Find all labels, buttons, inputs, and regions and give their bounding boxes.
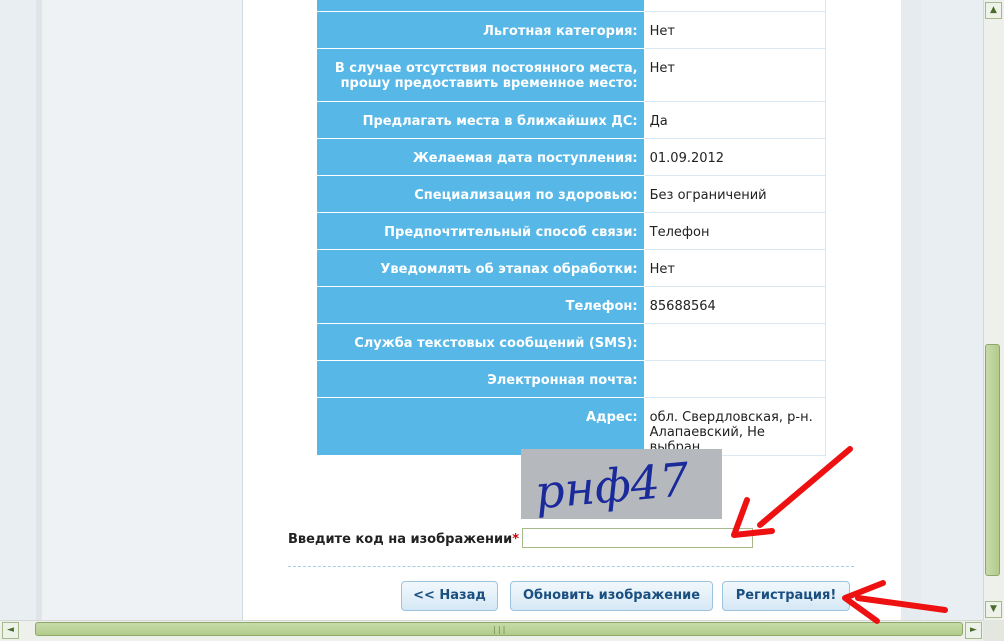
row-label: Адрес: [316,397,645,456]
row-value: обл. Свердловская, р-н. Алапаевский, Не … [643,397,827,456]
row-value [643,360,827,398]
dashed-divider [288,566,854,567]
row-label: Предпочтительный способ связи: [316,212,645,250]
captcha-image: рнф47 [521,449,722,519]
row-label: Электронная почта: [316,360,645,398]
register-button[interactable]: Регистрация! [722,581,850,611]
right-margin [901,0,921,620]
table-row: Желаемая дата поступления: 01.09.2012 [316,138,827,176]
row-value: Да [643,101,827,139]
table-row: В случае отсутствия постоянного места, п… [316,48,827,102]
table-row: Служба текстовых сообщений (SMS): [316,323,827,361]
captcha-text: рнф47 [533,452,692,519]
scroll-up-arrow-icon[interactable]: ▲ [985,2,1002,19]
row-value: Нет [643,11,827,49]
left-sidebar [42,0,243,620]
table-row: Льготная категория: Нет [316,11,827,49]
scroll-left-arrow-icon[interactable]: ◄ [2,622,19,639]
row-value: Телефон [643,212,827,250]
captcha-graphic: рнф47 [533,452,692,519]
scrollbar-corner [983,620,1004,641]
row-value [643,0,827,12]
scroll-grip-icon: ||| [492,625,507,634]
row-value: 85688564 [643,286,827,324]
row-value: Без ограничений [643,175,827,213]
row-value: Нет [643,48,827,102]
table-row: Предпочтительный способ связи: Телефон [316,212,827,250]
required-mark: * [512,532,520,547]
captcha-input[interactable] [522,528,753,548]
back-button[interactable]: << Назад [401,581,498,611]
table-row: Предлагать места в ближайших ДС: Да [316,101,827,139]
row-label: В случае отсутствия постоянного места, п… [316,48,645,102]
table-row: Уведомлять об этапах обработки: Нет [316,249,827,287]
row-label: Специализация по здоровью: [316,175,645,213]
row-label: Желаемая дата поступления: [316,138,645,176]
row-label: Уведомлять об этапах обработки: [316,249,645,287]
table-row: Специализация по здоровью: Без ограничен… [316,175,827,213]
row-value [643,323,827,361]
row-label [316,0,645,12]
application-summary-table: Льготная категория: Нет В случае отсутст… [316,0,827,456]
captcha-label: Введите код на изображении* [288,532,519,547]
row-label: Предлагать места в ближайших ДС: [316,101,645,139]
row-value: 01.09.2012 [643,138,827,176]
vertical-scroll-thumb[interactable] [985,344,1000,576]
table-row: Электронная почта: [316,360,827,398]
row-label: Телефон: [316,286,645,324]
table-row: Телефон: 85688564 [316,286,827,324]
table-row: Адрес: обл. Свердловская, р-н. Алапаевск… [316,397,827,456]
captcha-label-text: Введите код на изображении [288,532,513,547]
scroll-right-arrow-icon[interactable]: ► [965,622,982,639]
table-row [316,0,827,12]
row-label: Служба текстовых сообщений (SMS): [316,323,645,361]
scroll-down-arrow-icon[interactable]: ▼ [985,601,1002,618]
row-label: Льготная категория: [316,11,645,49]
refresh-image-button[interactable]: Обновить изображение [510,581,713,611]
row-value: Нет [643,249,827,287]
